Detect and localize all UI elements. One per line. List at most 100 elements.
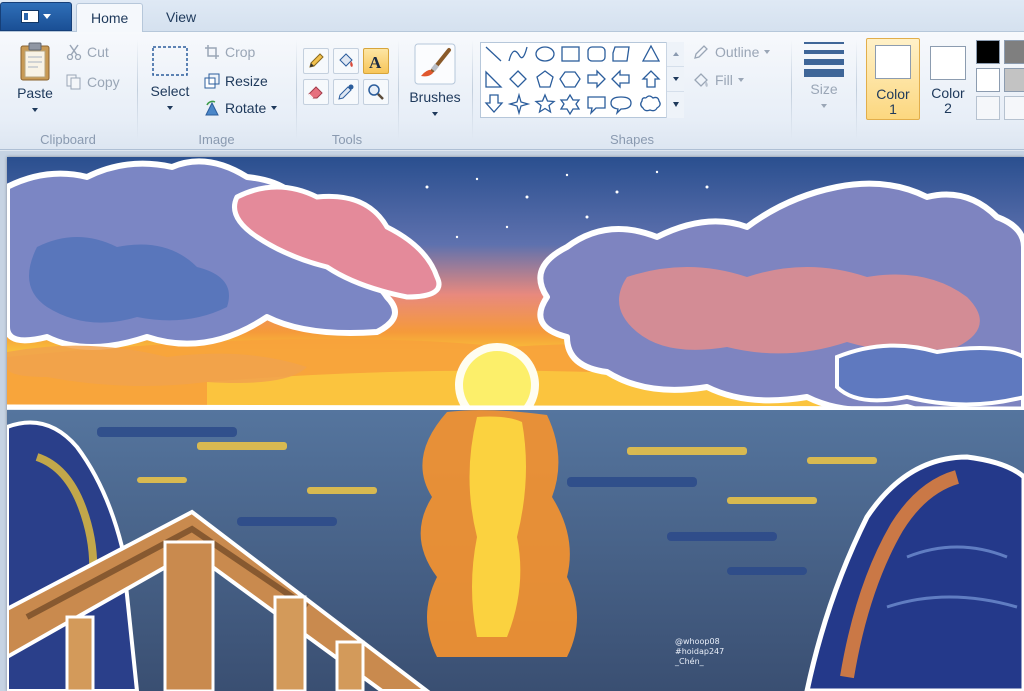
four-point-star-shape-icon: [507, 92, 531, 116]
brushes-group: Brushes: [399, 36, 471, 148]
ribbon-tab-bar: Home View: [0, 0, 1024, 33]
text-tool[interactable]: A: [363, 48, 389, 74]
select-label: Select: [150, 83, 190, 99]
color1-button[interactable]: Color 1: [866, 38, 920, 120]
clipboard-group-label: Clipboard: [40, 132, 96, 147]
diamond-shape-icon: [509, 70, 527, 88]
fill-button[interactable]: Fill: [692, 71, 744, 89]
chevron-down-icon: [737, 78, 744, 82]
eraser-tool[interactable]: [303, 79, 329, 105]
rotate-label: Rotate: [225, 100, 267, 116]
paste-label: Paste: [17, 85, 53, 101]
text-icon: A: [369, 53, 382, 70]
pentagon-shape-icon: [536, 70, 554, 88]
copy-button[interactable]: Copy: [66, 74, 120, 90]
eyedropper-icon: [338, 84, 354, 100]
outline-button[interactable]: Outline: [692, 43, 771, 61]
cut-label: Cut: [87, 44, 109, 60]
shapes-scrollbar[interactable]: [666, 42, 684, 118]
color2-label: Color 2: [926, 86, 970, 116]
brushes-label: Brushes: [409, 89, 461, 105]
app-menu-button[interactable]: [0, 2, 72, 31]
shapes-grid: [484, 44, 661, 116]
scroll-up-button[interactable]: [667, 42, 684, 67]
fill-bucket-icon: [694, 73, 708, 87]
brushes-button[interactable]: Brushes: [405, 42, 465, 121]
crop-icon: [205, 45, 219, 59]
palette-swatch-white[interactable]: [976, 68, 1000, 92]
paint-menu-icon: [21, 10, 39, 23]
color2-label-line2: 2: [944, 100, 952, 116]
pencil-tool[interactable]: [303, 48, 329, 74]
brush-icon: [414, 43, 456, 85]
chevron-down-icon: [432, 112, 438, 117]
chevron-down-icon: [43, 14, 51, 19]
select-button[interactable]: Select: [146, 44, 194, 115]
clipboard-group: Paste Cut Copy Clipboard: [0, 36, 136, 148]
crop-label: Crop: [225, 44, 256, 60]
chevron-up-icon: [672, 52, 679, 56]
color2-label-line1: Color: [931, 85, 965, 101]
copy-icon: [66, 74, 81, 90]
fill-tool[interactable]: [333, 48, 359, 74]
size-button[interactable]: Size: [800, 40, 848, 113]
artist-signature: @whoop08 #hoidap247 _Chén_: [675, 637, 724, 667]
crop-button[interactable]: Crop: [204, 44, 255, 60]
signature-line: #hoidap247: [675, 647, 725, 656]
scroll-down-button[interactable]: [667, 67, 684, 92]
oval-shape-icon: [535, 46, 555, 62]
palette-swatch-empty[interactable]: [976, 96, 1000, 120]
color2-swatch: [930, 46, 966, 80]
cloud-callout-shape-icon: [640, 95, 661, 112]
eraser-icon: [308, 86, 323, 99]
tools-group: A Tools: [297, 36, 397, 148]
chevron-down-icon: [821, 104, 827, 109]
paste-button[interactable]: Paste: [10, 42, 60, 117]
drawing-canvas[interactable]: @whoop08 #hoidap247 _Chén_: [7, 157, 1024, 691]
resize-label: Resize: [225, 73, 268, 89]
sunset-painting: [7, 157, 1024, 691]
ribbon-divider: [791, 40, 792, 140]
outline-pen-icon: [694, 45, 708, 59]
resize-icon: [204, 73, 220, 89]
shapes-group-label: Shapes: [609, 132, 655, 147]
outline-label: Outline: [715, 44, 760, 60]
resize-button[interactable]: Resize: [204, 73, 268, 89]
oval-callout-shape-icon: [610, 96, 632, 116]
tab-home[interactable]: Home: [76, 3, 144, 33]
cut-button[interactable]: Cut: [66, 44, 109, 60]
scissors-icon: [66, 44, 82, 60]
palette-swatch-light-gray[interactable]: [1004, 68, 1024, 92]
down-arrow-shape-icon: [484, 94, 504, 113]
image-group-label: Image: [198, 132, 235, 147]
gallery-expand-button[interactable]: [667, 92, 684, 117]
tools-group-label: Tools: [331, 132, 363, 147]
tab-view[interactable]: View: [152, 3, 210, 33]
ribbon: Paste Cut Copy Clipboard Select Crop Res…: [0, 32, 1024, 150]
line-width-icon: [804, 42, 844, 77]
copy-label: Copy: [87, 74, 120, 90]
color1-label-line1: Color: [876, 86, 910, 102]
chevron-down-icon: [167, 106, 173, 111]
fill-label: Fill: [715, 72, 733, 88]
six-point-star-shape-icon: [559, 93, 581, 116]
chevron-down-icon: [271, 106, 278, 110]
rotate-button[interactable]: Rotate: [204, 100, 278, 116]
left-arrow-shape-icon: [611, 69, 630, 89]
color2-button[interactable]: Color 2: [926, 38, 970, 120]
magnifier-tool[interactable]: [363, 79, 389, 105]
expand-gallery-icon: [672, 102, 679, 107]
rectangle-shape-icon: [561, 46, 580, 62]
signature-line: @whoop08: [675, 637, 720, 646]
ribbon-divider: [856, 40, 857, 140]
right-arrow-shape-icon: [587, 69, 606, 89]
paint-bucket-icon: [339, 53, 353, 67]
horizon-line: [7, 404, 1024, 412]
select-rectangle-icon: [152, 46, 188, 76]
image-group: Select Crop Resize Rotate Image: [138, 36, 295, 148]
palette-swatch-black[interactable]: [976, 40, 1000, 64]
palette-swatch-empty[interactable]: [1004, 96, 1024, 120]
color-picker-tool[interactable]: [333, 79, 359, 105]
triangle-shape-icon: [641, 44, 661, 62]
palette-swatch-gray[interactable]: [1004, 40, 1024, 64]
